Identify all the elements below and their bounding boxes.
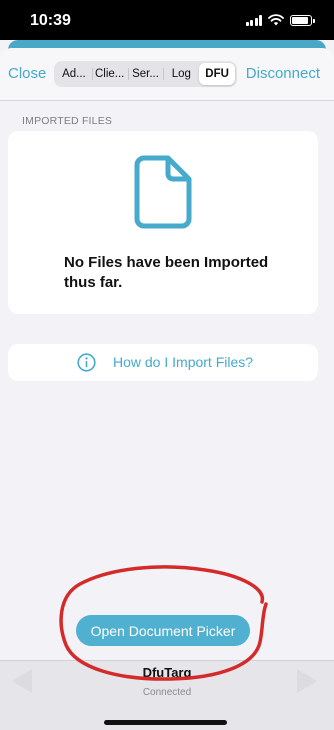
close-button[interactable]: Close <box>8 65 46 82</box>
cellular-signal-icon <box>245 14 262 26</box>
info-icon <box>77 353 96 372</box>
device-connection-status: Connected <box>142 687 192 698</box>
tab-segmented-control: Ad... Clie... Ser... Log DFU <box>54 61 237 87</box>
battery-icon <box>290 14 315 26</box>
disconnect-button[interactable]: Disconnect <box>246 65 320 82</box>
open-document-picker-button[interactable]: Open Document Picker <box>76 615 250 646</box>
import-help-row[interactable]: How do I Import Files? <box>8 344 318 381</box>
navigation-header: Close Ad... Clie... Ser... Log DFU Disco… <box>0 48 334 101</box>
status-bar: 10:39 <box>0 0 334 40</box>
section-title-imported-files: IMPORTED FILES <box>22 115 113 127</box>
app-screen: 10:39 Close Ad... Clie... Ser... Log DFU… <box>0 0 334 730</box>
home-indicator[interactable] <box>104 720 227 725</box>
next-device-arrow-icon[interactable] <box>295 668 319 694</box>
wifi-icon <box>268 14 284 26</box>
empty-files-message: No Files have been Imported thus far. <box>64 254 269 291</box>
tab-dfu[interactable]: DFU <box>199 63 235 85</box>
tab-advertisement[interactable]: Ad... <box>56 63 92 85</box>
imported-files-card: No Files have been Imported thus far. <box>8 131 318 314</box>
status-icons <box>245 14 315 26</box>
tab-client[interactable]: Clie... <box>91 63 128 85</box>
status-time: 10:39 <box>30 12 71 29</box>
tab-server[interactable]: Ser... <box>127 63 164 85</box>
document-icon <box>134 155 192 229</box>
tab-log[interactable]: Log <box>163 63 199 85</box>
import-help-link[interactable]: How do I Import Files? <box>113 354 253 370</box>
device-name: DfuTarg <box>142 665 192 680</box>
